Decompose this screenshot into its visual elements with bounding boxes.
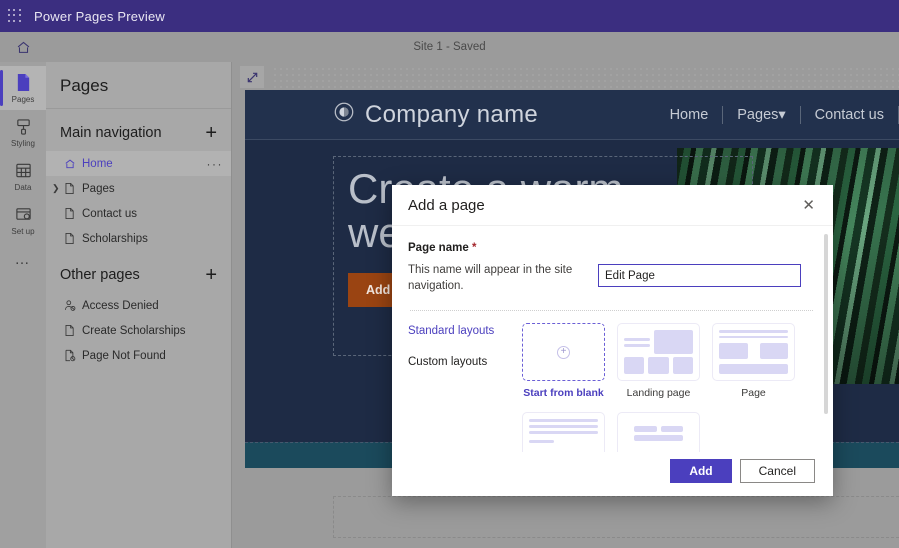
page-name-input[interactable] [598, 264, 801, 287]
layout-option-start-from-blank[interactable]: + Start from blank [522, 323, 605, 399]
layout-thumb-article [522, 412, 605, 452]
dialog-scrollbar[interactable] [824, 234, 828, 414]
layout-option-page[interactable]: Page [712, 323, 795, 399]
page-name-label: Page name * [408, 242, 588, 254]
tab-standard-layouts[interactable]: Standard layouts [408, 325, 504, 337]
close-icon[interactable]: ✕ [798, 196, 819, 215]
required-marker: * [471, 242, 477, 254]
page-name-help-text: This name will appear in the site naviga… [408, 264, 573, 292]
page-name-field-labels: Page name * This name will appear in the… [408, 242, 588, 294]
layout-category-tabs: Standard layouts Custom layouts [408, 323, 504, 452]
plus-icon: + [557, 345, 570, 359]
dialog-header: Add a page ✕ [392, 185, 833, 226]
layout-label: Start from blank [523, 387, 604, 400]
layout-option-cards[interactable] [617, 412, 700, 452]
tab-custom-layouts[interactable]: Custom layouts [408, 356, 504, 368]
layout-option-landing-page[interactable]: Landing page [617, 323, 700, 399]
layout-option-article[interactable] [522, 412, 605, 452]
dialog-body: Page name * This name will appear in the… [392, 226, 833, 452]
add-page-dialog: Add a page ✕ Page name * This name will … [392, 185, 833, 496]
layout-grid: + Start from blank Landing page Page [522, 323, 795, 452]
page-name-label-text: Page name [408, 242, 469, 254]
dialog-footer: Add Cancel [392, 452, 833, 496]
layout-thumb-blank: + [522, 323, 605, 382]
cancel-button[interactable]: Cancel [739, 459, 815, 483]
layout-picker: Standard layouts Custom layouts + Start … [408, 323, 815, 452]
dialog-divider [410, 310, 813, 312]
layout-label: Landing page [626, 387, 691, 400]
dialog-title: Add a page [408, 196, 485, 214]
layout-thumb-landing [617, 323, 700, 382]
page-name-field-row: Page name * This name will appear in the… [408, 242, 815, 294]
layout-label: Page [741, 387, 766, 400]
layout-thumb-page [712, 323, 795, 382]
layout-thumb-cards [617, 412, 700, 452]
add-button[interactable]: Add [670, 459, 732, 483]
